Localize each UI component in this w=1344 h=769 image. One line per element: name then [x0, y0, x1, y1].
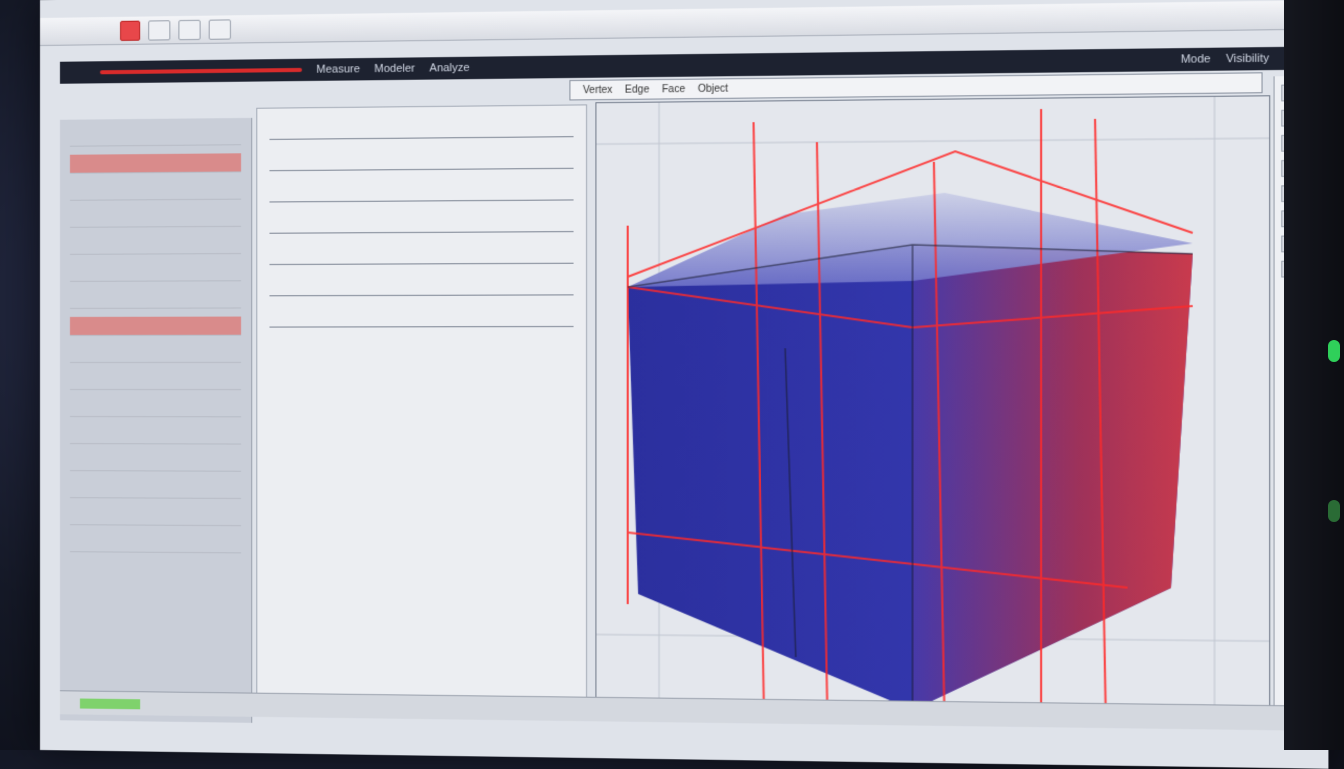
property-field[interactable] — [269, 183, 574, 203]
property-field[interactable] — [269, 119, 574, 140]
toolbar-item-measure[interactable]: Measure — [316, 63, 360, 76]
window-tab-1[interactable] — [148, 19, 171, 41]
outliner-row[interactable] — [69, 479, 242, 499]
3d-viewport[interactable] — [595, 95, 1271, 727]
outliner-row[interactable] — [69, 506, 242, 527]
mode-object[interactable]: Object — [698, 83, 728, 95]
outliner-row[interactable] — [69, 262, 242, 282]
outliner-row[interactable] — [69, 316, 242, 336]
outliner-panel — [59, 117, 253, 723]
outliner-row[interactable] — [69, 398, 242, 418]
outliner-row[interactable] — [69, 343, 242, 363]
outliner-row[interactable] — [69, 289, 242, 309]
status-led-icon — [1328, 500, 1340, 522]
property-field[interactable] — [269, 309, 574, 328]
mode-vertex[interactable]: Vertex — [583, 84, 613, 96]
title-bar — [40, 0, 1329, 46]
monitor-screen: Measure Modeler Analyze Mode Visibility … — [40, 0, 1329, 769]
outliner-row[interactable] — [69, 153, 242, 174]
mode-edge[interactable]: Edge — [625, 84, 649, 96]
timeline-range[interactable] — [79, 698, 141, 709]
property-field[interactable] — [269, 278, 574, 297]
toolbar-item-analyze[interactable]: Analyze — [429, 62, 469, 75]
outliner-row[interactable] — [69, 533, 242, 554]
window-tab-2[interactable] — [178, 19, 201, 40]
property-field[interactable] — [269, 246, 574, 266]
outliner-row[interactable] — [69, 126, 242, 147]
outliner-row[interactable] — [69, 370, 242, 391]
property-field[interactable] — [269, 214, 574, 234]
outliner-row[interactable] — [69, 425, 242, 445]
window-tab-3[interactable] — [208, 18, 231, 40]
outliner-row[interactable] — [69, 234, 242, 255]
outliner-row[interactable] — [69, 180, 242, 201]
properties-panel — [256, 104, 588, 720]
power-led-icon — [1328, 340, 1340, 362]
toolbar-item-visibility[interactable]: Visibility — [1226, 52, 1269, 65]
outliner-row[interactable] — [69, 207, 242, 228]
model-side-face — [912, 243, 1193, 714]
progress-indicator — [99, 67, 303, 75]
toolbar-item-modeler[interactable]: Modeler — [374, 63, 415, 76]
property-field[interactable] — [269, 151, 574, 172]
model-canvas — [596, 96, 1269, 725]
mode-face[interactable]: Face — [662, 83, 685, 95]
close-icon[interactable] — [120, 20, 141, 41]
outliner-row[interactable] — [69, 452, 242, 472]
toolbar-item-mode[interactable]: Mode — [1181, 53, 1211, 66]
monitor-bezel — [1284, 0, 1344, 750]
